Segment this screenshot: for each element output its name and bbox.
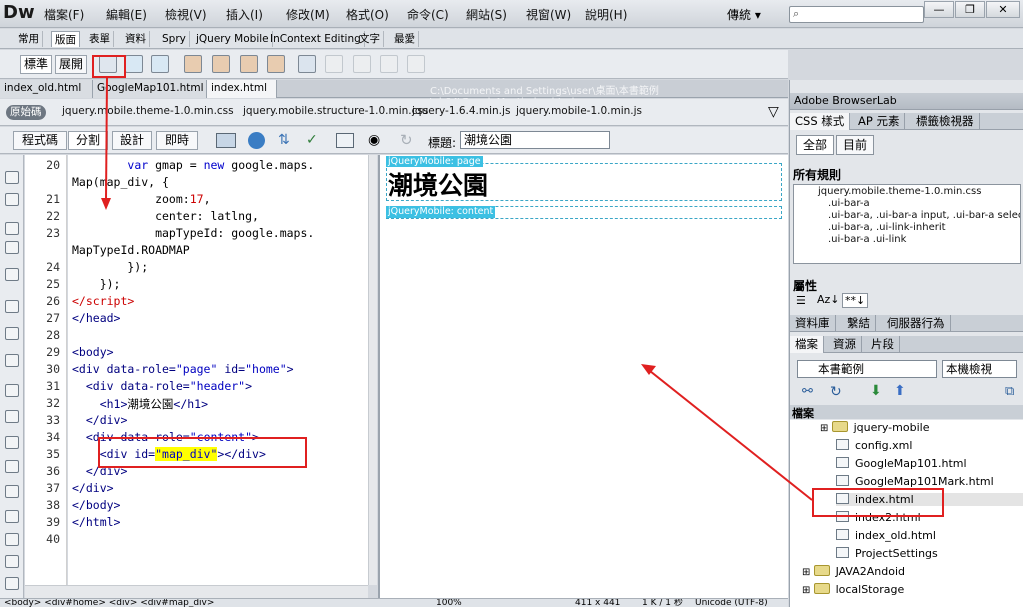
annotation-arrows: [101, 77, 813, 501]
